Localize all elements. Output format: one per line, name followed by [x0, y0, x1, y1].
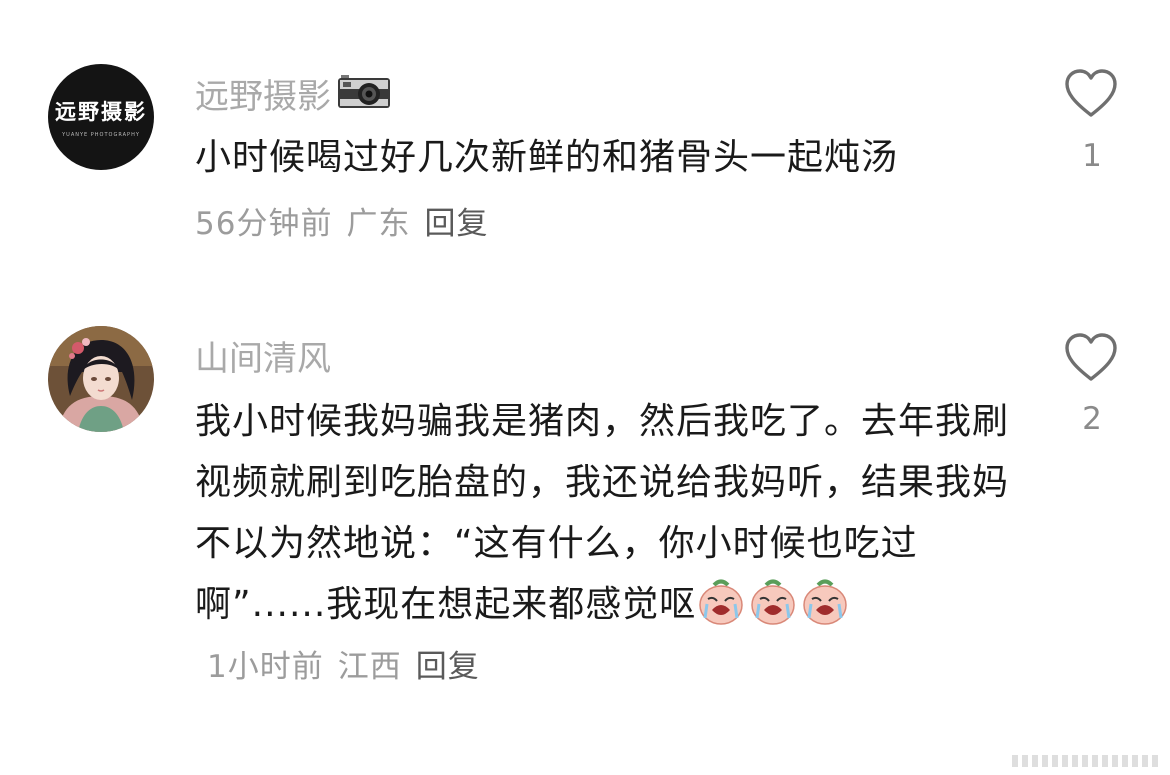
comment-meta: 1小时前 江西 回复	[207, 649, 494, 685]
avatar[interactable]	[48, 326, 154, 432]
comment-text: 我小时候我妈骗我是猪肉，然后我吃了。去年我刷视频就刷到吃胎盘的，我还说给我妈听，…	[195, 391, 1015, 698]
comment-2: 山间清风 我小时候我妈骗我是猪肉，然后我吃了。去年我刷视频就刷到吃胎盘的，我还说…	[0, 0, 1170, 775]
location: 江西	[337, 649, 402, 685]
crying-face-emoji	[699, 579, 744, 625]
timestamp: 1小时前	[207, 649, 324, 685]
crying-face-emoji	[751, 579, 796, 625]
username-text: 山间清风	[195, 338, 331, 379]
anime-girl-avatar	[48, 326, 154, 432]
crying-face-emoji	[803, 579, 848, 625]
like-heart-icon[interactable]	[1064, 333, 1118, 383]
like-count: 2	[1082, 401, 1102, 437]
emoji-group	[696, 579, 852, 625]
username[interactable]: 山间清风	[195, 332, 331, 379]
reply-button[interactable]: 回复	[416, 649, 480, 685]
comment-body: 我小时候我妈骗我是猪肉，然后我吃了。去年我刷视频就刷到吃胎盘的，我还说给我妈听，…	[195, 401, 1010, 625]
watermark	[1012, 755, 1162, 767]
